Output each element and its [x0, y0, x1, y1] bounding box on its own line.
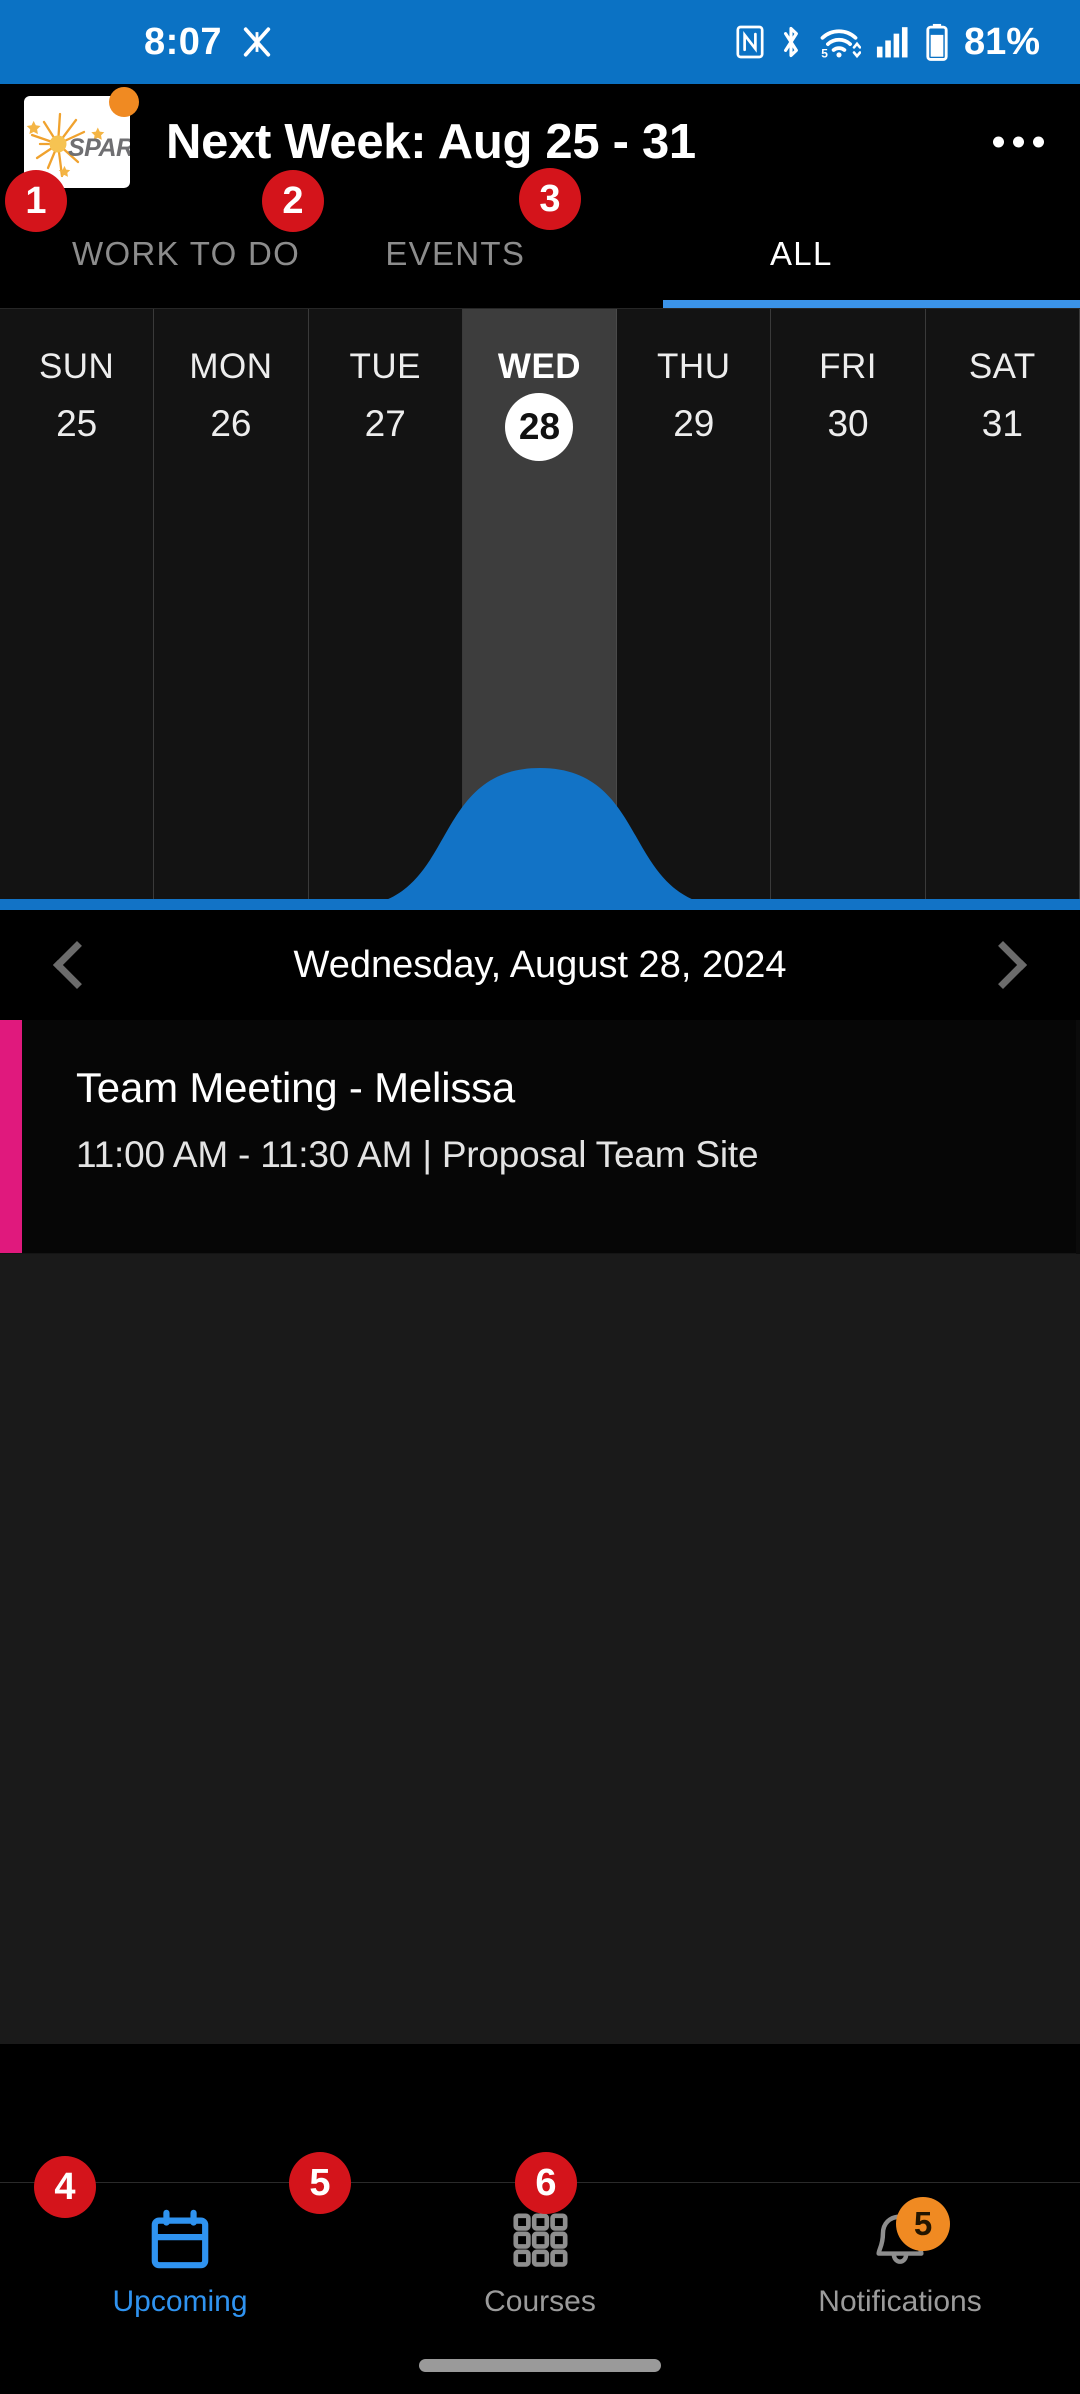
battery-icon — [925, 23, 949, 61]
day-number: 31 — [981, 403, 1023, 444]
tab-label: WORK TO DO — [72, 235, 301, 272]
x-app-icon — [240, 25, 274, 59]
next-day-button[interactable] — [978, 940, 1028, 990]
nav-label: Notifications — [818, 2285, 982, 2318]
cellular-signal-icon — [874, 25, 912, 59]
event-accent-bar — [0, 1020, 22, 1253]
annotation-marker-3: 3 — [519, 168, 581, 230]
overflow-dot — [1013, 136, 1024, 148]
tab-label: EVENTS — [385, 235, 526, 272]
wifi-5g-icon: 5 — [817, 24, 861, 60]
bluetooth-icon — [778, 24, 804, 60]
date-navigation: Wednesday, August 28, 2024 — [0, 910, 1080, 1020]
day-name: MON — [189, 347, 273, 386]
notifications-badge: 5 — [896, 2197, 950, 2251]
nav-item-notifications[interactable]: 5 Notifications — [720, 2183, 1080, 2345]
day-column-sat[interactable]: SAT 31 — [925, 309, 1080, 910]
svg-text:5: 5 — [821, 47, 828, 60]
home-indicator[interactable] — [419, 2359, 661, 2372]
day-number: 27 — [364, 403, 406, 444]
day-name: SUN — [38, 347, 115, 386]
annotation-marker-1: 1 — [5, 170, 67, 232]
status-bar-right: 5 81% — [735, 0, 1040, 84]
day-number-selected: 28 — [505, 393, 574, 461]
tab-all[interactable]: ALL — [662, 200, 1080, 309]
event-title: Team Meeting - Melissa — [76, 1064, 516, 1111]
empty-content-area — [0, 1254, 1080, 2044]
day-number: 30 — [827, 403, 869, 444]
overflow-menu-icon[interactable] — [993, 136, 1044, 148]
previous-day-button[interactable] — [52, 940, 102, 990]
day-column-sun[interactable]: SUN 25 — [0, 309, 155, 910]
tab-events[interactable]: EVENTS — [349, 200, 662, 308]
overflow-dot — [1033, 136, 1044, 148]
event-time-location: 11:00 AM - 11:30 AM | Proposal Team Site — [76, 1134, 759, 1175]
event-card[interactable]: Team Meeting - Melissa 11:00 AM - 11:30 … — [0, 1020, 1076, 1254]
day-name: THU — [657, 347, 731, 386]
day-number: 26 — [210, 403, 252, 444]
day-number: 29 — [673, 403, 715, 444]
annotation-marker-5: 5 — [289, 2152, 351, 2214]
day-name: FRI — [819, 347, 877, 386]
status-bar: 8:07 5 81% — [0, 0, 1080, 84]
svg-text:SPARK: SPARK — [68, 134, 130, 162]
nav-label: Courses — [484, 2285, 596, 2318]
annotation-marker-2: 2 — [262, 170, 324, 232]
bell-icon: 5 — [864, 2197, 950, 2271]
nfc-icon — [735, 25, 765, 59]
selected-date-label: Wednesday, August 28, 2024 — [293, 943, 787, 986]
week-strip-baseline — [0, 899, 1080, 910]
annotation-marker-4: 4 — [34, 2156, 96, 2218]
chevron-right-icon — [978, 940, 1028, 990]
battery-percentage: 81% — [963, 20, 1040, 63]
day-number: 25 — [56, 403, 98, 444]
day-column-fri[interactable]: FRI 30 — [771, 309, 926, 910]
calendar-icon — [144, 2209, 216, 2271]
day-name: SAT — [968, 347, 1036, 386]
status-time: 8:07 — [144, 20, 223, 63]
day-column-wed[interactable]: WED 28 — [462, 309, 618, 910]
day-name: WED — [497, 347, 582, 386]
nav-label: Upcoming — [112, 2285, 248, 2318]
week-day-strip: SUN 25 MON 26 TUE 27 WED 28 THU 29 FRI 3… — [0, 308, 1080, 910]
logo-notification-badge — [109, 87, 139, 117]
day-column-mon[interactable]: MON 26 — [154, 309, 309, 910]
event-list: Team Meeting - Melissa 11:00 AM - 11:30 … — [0, 1020, 1080, 1254]
page-title: Next Week: Aug 25 - 31 — [166, 115, 696, 169]
day-name: TUE — [349, 347, 421, 386]
status-bar-left: 8:07 — [144, 21, 274, 64]
day-column-thu[interactable]: THU 29 — [617, 309, 772, 910]
grid-icon — [504, 2209, 576, 2271]
bottom-navigation-bar: Upcoming Courses 5 Notifications — [0, 2182, 1080, 2394]
chevron-left-icon — [52, 940, 102, 990]
day-column-tue[interactable]: TUE 27 — [308, 309, 463, 910]
overflow-dot — [993, 136, 1004, 148]
annotation-marker-6: 6 — [515, 2152, 577, 2214]
tab-label: ALL — [770, 235, 833, 272]
